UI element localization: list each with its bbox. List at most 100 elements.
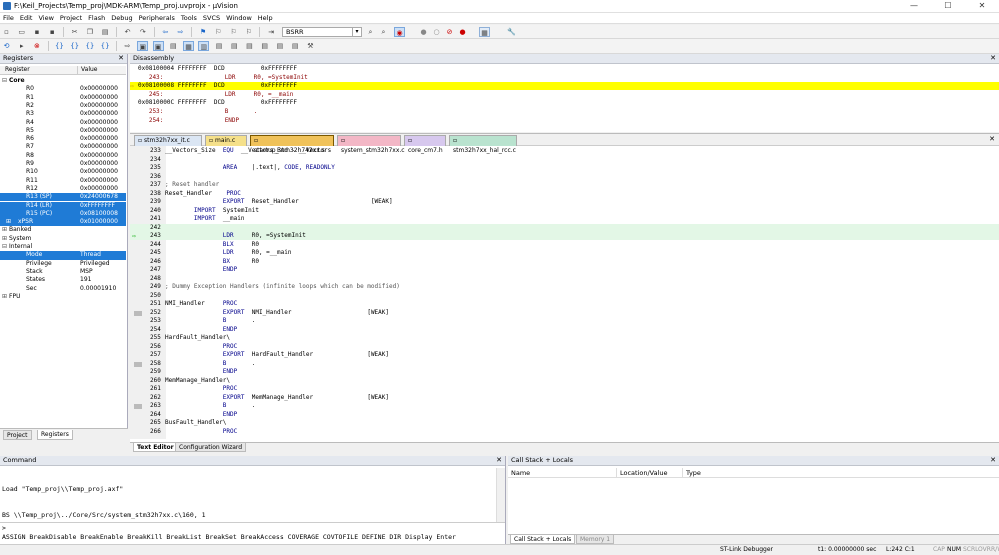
file-tab[interactable]: ▫ core_cm7.h: [404, 135, 446, 154]
disassembly-line[interactable]: ⇨ 0x08100008 FFFFFFFF DCD 0xFFFFFFFF: [130, 82, 999, 91]
register-row[interactable]: R14 (LR) 0xFFFFFFFF: [0, 201, 126, 210]
close-icon[interactable]: ✕: [990, 456, 996, 465]
expand-toggle-icon[interactable]: ⊞: [6, 218, 11, 226]
expand-toggle-icon[interactable]: ⊞: [2, 235, 7, 243]
register-row[interactable]: ⊞ FPU: [0, 293, 126, 301]
pin-icon[interactable]: ✕: [118, 54, 124, 63]
register-row[interactable]: R11 0x00000000: [0, 177, 126, 185]
expand-toggle-icon[interactable]: ⊞: [2, 293, 7, 301]
menu-item[interactable]: Edit: [17, 13, 36, 23]
code-line[interactable]: 245 LDR R0, =__main: [130, 249, 999, 257]
call-stack-col-name[interactable]: Name: [511, 468, 530, 478]
register-row[interactable]: R13 (SP) 0x24000678: [0, 193, 126, 202]
close-icon[interactable]: ✕: [990, 54, 996, 63]
register-row[interactable]: R1 0x00000000: [0, 94, 126, 102]
code-line[interactable]: 252 EXPORT NMI_Handler [WEAK]: [130, 309, 999, 317]
code-line[interactable]: 254 ENDP: [130, 326, 999, 334]
paste-icon[interactable]: ▤: [100, 27, 111, 37]
code-line[interactable]: 247 ENDP: [130, 266, 999, 274]
toolbox-icon[interactable]: ⚒: [305, 41, 316, 51]
code-line[interactable]: 242: [130, 223, 999, 232]
code-line[interactable]: 257 EXPORT HardFault_Handler [WEAK]: [130, 351, 999, 359]
file-tab[interactable]: ▫ system_stm32h7xx.c: [337, 135, 405, 154]
close-button[interactable]: ✕: [965, 0, 999, 13]
tab-registers[interactable]: Registers: [37, 430, 73, 440]
register-value[interactable]: 0x00000000: [80, 135, 118, 143]
register-row[interactable]: ⊞ xPSR 0x01000000: [0, 218, 126, 227]
debug-session-icon[interactable]: ◉: [394, 27, 405, 37]
clear-bookmarks-icon[interactable]: ⚐: [243, 27, 254, 37]
trace-window-icon[interactable]: ▤: [274, 41, 285, 51]
code-line[interactable]: 251 NMI_Handler PROC: [130, 300, 999, 308]
register-row[interactable]: Privilege Privileged: [0, 260, 126, 268]
register-value[interactable]: Privileged: [80, 260, 110, 268]
code-line[interactable]: 260 MemManage_Handler\: [130, 377, 999, 385]
next-bookmark-icon[interactable]: ⚐: [228, 27, 239, 37]
code-line[interactable]: 264 ENDP: [130, 411, 999, 419]
command-window-icon[interactable]: ▣: [137, 41, 149, 51]
code-line[interactable]: 244 BLX R0: [130, 241, 999, 249]
register-row[interactable]: ⊞ Banked: [0, 226, 126, 234]
menu-item[interactable]: Flash: [85, 13, 108, 23]
code-line[interactable]: 259 ENDP: [130, 368, 999, 376]
find-input[interactable]: BSRR: [282, 27, 362, 37]
nav-back-icon[interactable]: ⇦: [160, 27, 171, 37]
maximize-button[interactable]: ☐: [931, 0, 965, 13]
tab-configuration-wizard[interactable]: Configuration Wizard: [175, 443, 247, 452]
code-line[interactable]: 249 ; Dummy Exception Handlers (infinite …: [130, 283, 999, 291]
disable-breakpoint-icon[interactable]: ○: [431, 27, 442, 37]
find-icon[interactable]: ⌕: [378, 27, 389, 37]
register-row[interactable]: ⊟ Core: [0, 77, 126, 85]
code-line[interactable]: ⇨ 243 LDR R0, =SystemInit: [130, 232, 999, 241]
redo-icon[interactable]: ↷: [137, 27, 148, 37]
disassembly-window-icon[interactable]: ▣: [152, 41, 164, 51]
disable-all-breakpoints-icon[interactable]: ●: [457, 27, 468, 37]
code-line[interactable]: 256 PROC: [130, 343, 999, 351]
configure-icon[interactable]: 🔧: [506, 27, 517, 37]
code-line[interactable]: 239 EXPORT Reset_Handler [WEAK]: [130, 198, 999, 206]
bookmark-icon[interactable]: ⚑: [198, 27, 209, 37]
register-row[interactable]: ⊞ System: [0, 235, 126, 243]
disassembly-line[interactable]: 253: B .: [130, 108, 999, 116]
register-value[interactable]: 0x24000678: [80, 193, 118, 201]
breakpoint-icon[interactable]: ●: [418, 27, 429, 37]
code-line[interactable]: 246 BX R0: [130, 258, 999, 266]
menu-item[interactable]: View: [35, 13, 56, 23]
register-value[interactable]: 0x00000000: [80, 102, 118, 110]
code-line[interactable]: 248: [130, 275, 999, 283]
call-stack-col-type[interactable]: Type: [682, 468, 701, 478]
analysis-window-icon[interactable]: ▤: [259, 41, 270, 51]
open-file-icon[interactable]: ▭: [16, 27, 27, 37]
memory-window-icon[interactable]: ▤: [229, 41, 240, 51]
file-tab[interactable]: ▫ stm32h7xx_hal_rcc.c: [449, 135, 517, 154]
menu-item[interactable]: Project: [57, 13, 85, 23]
register-value[interactable]: 0.00001910: [80, 285, 116, 293]
register-row[interactable]: R4 0x00000000: [0, 119, 126, 127]
code-line[interactable]: 240 IMPORT SystemInit: [130, 207, 999, 215]
tab-call-stack-locals[interactable]: Call Stack + Locals: [510, 535, 576, 544]
code-line[interactable]: 255 HardFault_Handler\: [130, 334, 999, 342]
find-dropdown-chevron-icon[interactable]: ▾: [352, 27, 361, 37]
registers-col-value[interactable]: Value: [77, 66, 97, 74]
disassembly-line[interactable]: 243: LDR R0, =SystemInit: [130, 74, 999, 82]
code-line[interactable]: 263 B .: [130, 402, 999, 410]
register-value[interactable]: 0x00000000: [80, 160, 118, 168]
step-into-icon[interactable]: {}: [54, 41, 65, 51]
menu-item[interactable]: Peripherals: [136, 13, 178, 23]
register-row[interactable]: R0 0x00000000: [0, 85, 126, 93]
menu-item[interactable]: Window: [223, 13, 255, 23]
register-row[interactable]: R2 0x00000000: [0, 102, 126, 110]
step-out-icon[interactable]: {}: [84, 41, 95, 51]
kill-breakpoints-icon[interactable]: ⊘: [444, 27, 455, 37]
register-row[interactable]: R6 0x00000000: [0, 135, 126, 143]
disassembly-line[interactable]: 254: ENDP: [130, 117, 999, 125]
tab-text-editor[interactable]: Text Editor: [133, 443, 178, 452]
incremental-find-icon[interactable]: ⌕: [365, 27, 376, 37]
register-row[interactable]: R10 0x00000000: [0, 168, 126, 176]
symbols-window-icon[interactable]: ▤: [168, 41, 179, 51]
code-line[interactable]: 237 ; Reset handler: [130, 181, 999, 189]
register-value[interactable]: 0x08100008: [80, 210, 118, 218]
system-viewer-icon[interactable]: ▤: [290, 41, 301, 51]
file-tab[interactable]: ▫ main.c: [205, 135, 247, 146]
register-value[interactable]: 0x00000000: [80, 168, 118, 176]
